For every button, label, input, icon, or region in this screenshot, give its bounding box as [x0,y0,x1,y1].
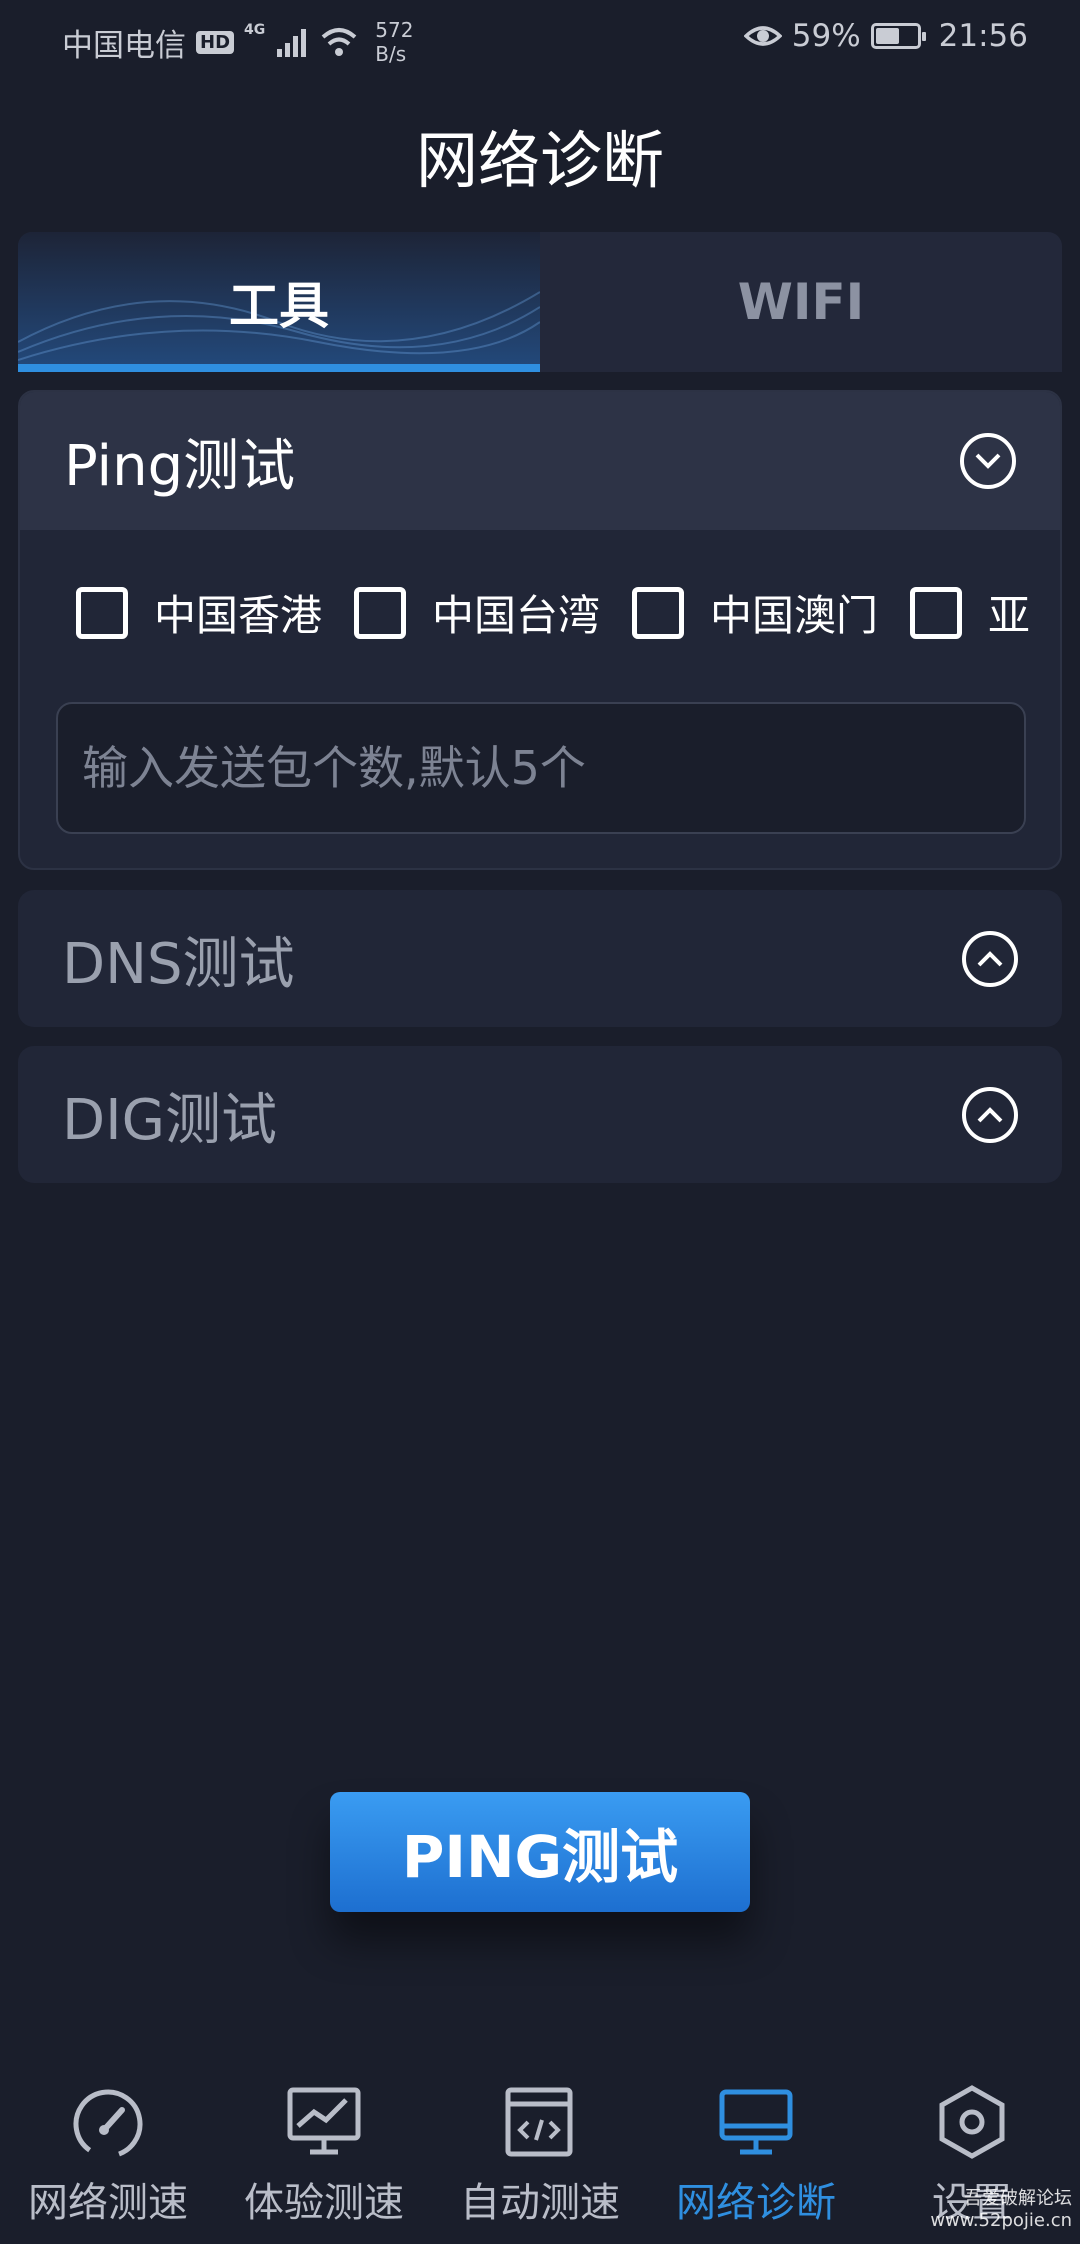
tab-wifi-label: WIFI [737,273,865,331]
status-bar: 中国电信 HD 4G 572 B/s 59% 21:56 [0,0,1080,84]
dig-section-header[interactable]: DIG测试 [18,1046,1062,1183]
ping-section: Ping测试 中国香港 中国台湾 中国澳门 亚 [18,390,1062,870]
ping-section-title: Ping测试 [64,433,296,499]
speedometer-icon [73,2089,143,2159]
region-label: 中国澳门 [710,591,879,640]
region-label: 中国香港 [154,591,323,640]
bottom-nav: 网络测速 体验测速 自动测速 网络诊断 设置 [0,2060,1080,2244]
dns-section-header[interactable]: DNS测试 [18,890,1062,1027]
code-window-icon [505,2087,573,2157]
signal-icon [277,29,307,57]
chevron-up-icon[interactable] [962,931,1018,987]
region-label: 亚 [988,591,1031,640]
battery-icon [870,23,926,49]
carrier-name: 中国电信 [62,27,186,64]
nav-item-diagnosis[interactable]: 网络诊断 [648,2060,864,2244]
page-title: 网络诊断 [415,124,664,197]
ping-section-header[interactable]: Ping测试 [20,392,1060,530]
battery-percent: 59% [791,18,861,54]
tab-tools-label: 工具 [229,277,329,335]
checkbox[interactable] [354,586,407,639]
region-label: 中国台湾 [432,591,601,640]
dig-section: DIG测试 [18,1046,1062,1183]
nav-item-experience[interactable]: 体验测速 [216,2060,432,2244]
chevron-up-icon[interactable] [962,1087,1018,1143]
clock: 21:56 [938,18,1028,54]
network-type: 4G [244,22,266,38]
watermark-line1: 吾爱破解论坛 [964,2188,1072,2209]
battery-level [875,28,900,44]
eye-icon [743,26,782,46]
wifi-icon [321,28,357,56]
checkbox[interactable] [632,586,685,639]
region-option-taiwan[interactable]: 中国台湾 [354,582,600,643]
checkbox[interactable] [910,586,963,639]
packet-count-input[interactable] [56,702,1026,834]
watermark: 吾爱破解论坛 www.52pojie.cn [930,2188,1072,2232]
monitor-chart-icon [287,2087,361,2155]
ping-test-button[interactable]: PING测试 [330,1792,750,1912]
desktop-icon [719,2089,793,2155]
region-option-hongkong[interactable]: 中国香港 [76,582,322,643]
dig-section-title: DIG测试 [62,1087,278,1153]
region-option-macau[interactable]: 中国澳门 [632,582,878,643]
nav-item-speedtest[interactable]: 网络测速 [0,2060,216,2244]
watermark-line2: www.52pojie.cn [930,2210,1072,2231]
dns-section: DNS测试 [18,890,1062,1027]
network-speed: 572 B/s [375,18,414,66]
region-list: 中国香港 中国台湾 中国澳门 亚 [20,582,1046,643]
nav-label: 网络诊断 [676,2180,836,2226]
tab-bar: 工具 WIFI [18,232,1062,372]
nav-label: 自动测速 [460,2180,620,2226]
tab-wifi[interactable]: WIFI [540,232,1062,372]
checkbox[interactable] [76,586,128,639]
region-option-asia[interactable]: 亚 [910,582,1030,643]
nav-label: 网络测速 [28,2180,188,2226]
dns-section-title: DNS测试 [62,931,295,997]
hexagon-settings-icon [939,2085,1005,2159]
tab-tools[interactable]: 工具 [18,232,540,372]
hd-badge: HD [196,30,235,54]
chevron-down-icon[interactable] [960,433,1016,489]
nav-label: 体验测速 [244,2180,404,2226]
nav-item-auto[interactable]: 自动测速 [432,2060,648,2244]
